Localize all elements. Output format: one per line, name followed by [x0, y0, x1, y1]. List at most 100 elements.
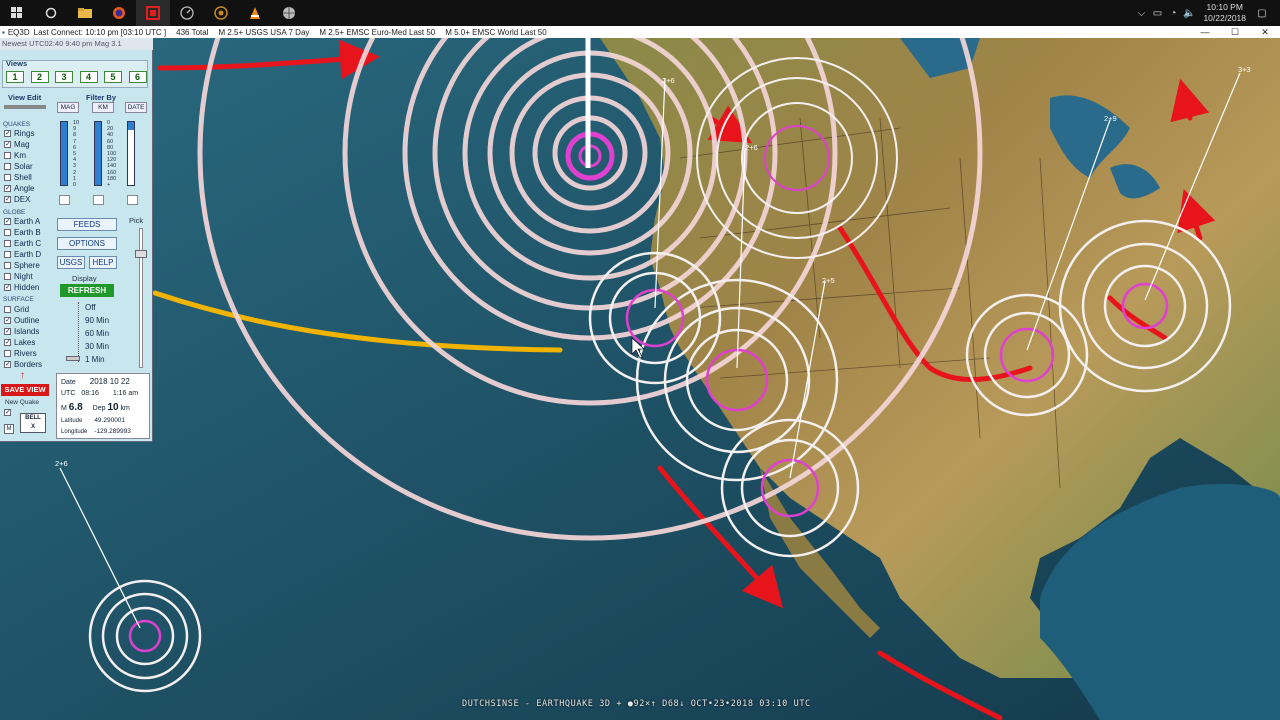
checkbox-box[interactable]: ✓	[4, 141, 11, 148]
quakes-checkbox-angle[interactable]: ✓ Angle	[4, 184, 34, 193]
quakes-checkbox-rings[interactable]: ✓ Rings	[4, 129, 34, 138]
network-icon[interactable]: ▭	[1149, 8, 1165, 19]
feed-emsc-euromed[interactable]: M 2.5+ EMSC Euro-Med Last 50	[319, 28, 435, 37]
display-option-60min[interactable]: 60 Min	[85, 329, 109, 338]
surface-checkbox-islands[interactable]: ✓ Islands	[4, 327, 39, 336]
ring-app-icon[interactable]	[204, 0, 238, 26]
globe-app-icon[interactable]	[272, 0, 306, 26]
clock[interactable]: 10:10 PM 10/22/2018	[1203, 2, 1246, 24]
checkbox-box[interactable]	[4, 306, 11, 313]
globe-checkbox-earth-d[interactable]: Earth D	[4, 250, 41, 259]
checkbox-box[interactable]: ✓	[4, 361, 11, 368]
options-button[interactable]: OPTIONS	[57, 237, 117, 250]
usgs-button[interactable]: USGS	[57, 256, 85, 269]
display-option-off[interactable]: Off	[85, 303, 96, 312]
volume-icon[interactable]: 🔈	[1181, 8, 1197, 19]
chevron-up-icon[interactable]: ⌵	[1133, 8, 1149, 19]
checkbox-box[interactable]	[4, 163, 11, 170]
checkbox-box[interactable]	[4, 174, 11, 181]
notifications-icon[interactable]: ▢	[1254, 8, 1270, 19]
checkbox-box[interactable]	[4, 251, 11, 258]
bell-x-label: X	[30, 424, 35, 430]
pick-slider-track[interactable]	[139, 228, 143, 368]
firefox-icon[interactable]	[102, 0, 136, 26]
checkbox-box[interactable]: ✓	[4, 339, 11, 346]
checkbox-box[interactable]: ✓	[4, 328, 11, 335]
mag-filter-bar[interactable]	[60, 121, 68, 186]
checkbox-box[interactable]	[4, 350, 11, 357]
speedometer-icon[interactable]	[170, 0, 204, 26]
surface-checkbox-grid[interactable]: Grid	[4, 305, 29, 314]
km-filter-bar[interactable]	[94, 121, 102, 186]
view-button-2[interactable]: 2	[30, 71, 49, 83]
globe-checkbox-earth-c[interactable]: Earth C	[4, 239, 41, 248]
surface-checkbox-outline[interactable]: ✓ Outline	[4, 316, 39, 325]
checkbox-box[interactable]	[4, 262, 11, 269]
date-filter-toggle[interactable]	[127, 195, 138, 205]
quakes-checkbox-dex[interactable]: ✓ DEX	[4, 195, 30, 204]
feed-usgs[interactable]: M 2.5+ USGS USA 7 Day	[218, 28, 309, 37]
checkbox-box[interactable]: ✓	[4, 196, 11, 203]
quakes-group-label: QUAKES	[3, 121, 31, 128]
display-slider-handle[interactable]	[66, 356, 80, 361]
cortana-icon[interactable]	[34, 0, 68, 26]
view-button-4[interactable]: 4	[79, 71, 98, 83]
checkbox-box[interactable]: ✓	[4, 130, 11, 137]
feeds-button[interactable]: FEEDS	[57, 218, 117, 231]
globe-checkbox-earth-a[interactable]: ✓ Earth A	[4, 217, 40, 226]
quakes-checkbox-shell[interactable]: Shell	[4, 173, 32, 182]
filter-km-button[interactable]: KM	[92, 102, 114, 113]
windows-icon[interactable]	[0, 0, 34, 26]
newest-quake-line: Newest UTC02:40 9:40 pm Mag 3.1	[0, 38, 153, 50]
quakes-checkbox-solar[interactable]: Solar	[4, 162, 33, 171]
checkbox-box[interactable]	[4, 152, 11, 159]
bell-button[interactable]: BELL X	[20, 413, 46, 433]
checkbox-box[interactable]: ✓	[4, 317, 11, 324]
display-option-90min[interactable]: 90 Min	[85, 316, 109, 325]
file-explorer-icon[interactable]	[68, 0, 102, 26]
feed-emsc-world[interactable]: M 5.0+ EMSC World Last 50	[445, 28, 546, 37]
view-button-6[interactable]: 6	[128, 71, 147, 83]
checkbox-box[interactable]	[4, 273, 11, 280]
help-button[interactable]: HELP	[89, 256, 117, 269]
display-slider-track[interactable]	[78, 302, 80, 362]
globe-checkbox-hidden[interactable]: ✓ Hidden	[4, 283, 39, 292]
new-quake-checkbox[interactable]: ✓	[4, 409, 14, 416]
maximize-icon[interactable]: ☐	[1220, 26, 1250, 38]
wifi-icon[interactable]: ◔	[1165, 8, 1181, 19]
minimize-icon[interactable]: —	[1190, 26, 1220, 38]
surface-checkbox-lakes[interactable]: ✓ Lakes	[4, 338, 35, 347]
view-edit-slider[interactable]	[4, 105, 46, 109]
globe-checkbox-night[interactable]: Night	[4, 272, 33, 281]
checkbox-box[interactable]	[4, 229, 11, 236]
km-filter-toggle[interactable]	[93, 195, 104, 205]
quakes-checkbox-mag[interactable]: ✓ Mag	[4, 140, 30, 149]
close-icon[interactable]: ✕	[1250, 26, 1280, 38]
vlc-icon[interactable]	[238, 0, 272, 26]
filter-mag-button[interactable]: MAG	[57, 102, 79, 113]
checkbox-box[interactable]	[4, 240, 11, 247]
filter-date-button[interactable]: DATE	[125, 102, 147, 113]
view-button-3[interactable]: 3	[55, 71, 73, 83]
checkbox-box[interactable]: ✓	[4, 185, 11, 192]
view-button-5[interactable]: 5	[104, 71, 122, 83]
quakes-checkbox-km[interactable]: Km	[4, 151, 26, 160]
eq3d-app-icon[interactable]	[136, 0, 170, 26]
save-view-button[interactable]: SAVE VIEW	[1, 384, 49, 396]
globe-checkbox-earth-b[interactable]: Earth B	[4, 228, 41, 237]
surface-checkbox-borders[interactable]: ✓ Borders	[4, 360, 42, 369]
pick-slider-handle[interactable]	[135, 250, 147, 258]
view-button-1[interactable]: 1	[6, 71, 24, 83]
date-filter-bar[interactable]	[127, 121, 135, 186]
m-button[interactable]: M	[4, 424, 14, 434]
checkbox-box[interactable]: ✓	[4, 284, 11, 291]
checkbox-label: Grid	[14, 305, 30, 314]
surface-checkbox-rivers[interactable]: Rivers	[4, 349, 37, 358]
earthquake-map[interactable]: 2+6 2+6 2+9 3+3 2+5 2+6	[0, 38, 1280, 720]
mag-filter-toggle[interactable]	[59, 195, 70, 205]
checkbox-box[interactable]: ✓	[4, 218, 11, 225]
globe-checkbox-sphere[interactable]: Sphere	[4, 261, 40, 270]
refresh-button[interactable]: REFRESH	[60, 284, 114, 297]
display-option-1min[interactable]: 1 Min	[85, 355, 105, 364]
display-option-30min[interactable]: 30 Min	[85, 342, 109, 351]
